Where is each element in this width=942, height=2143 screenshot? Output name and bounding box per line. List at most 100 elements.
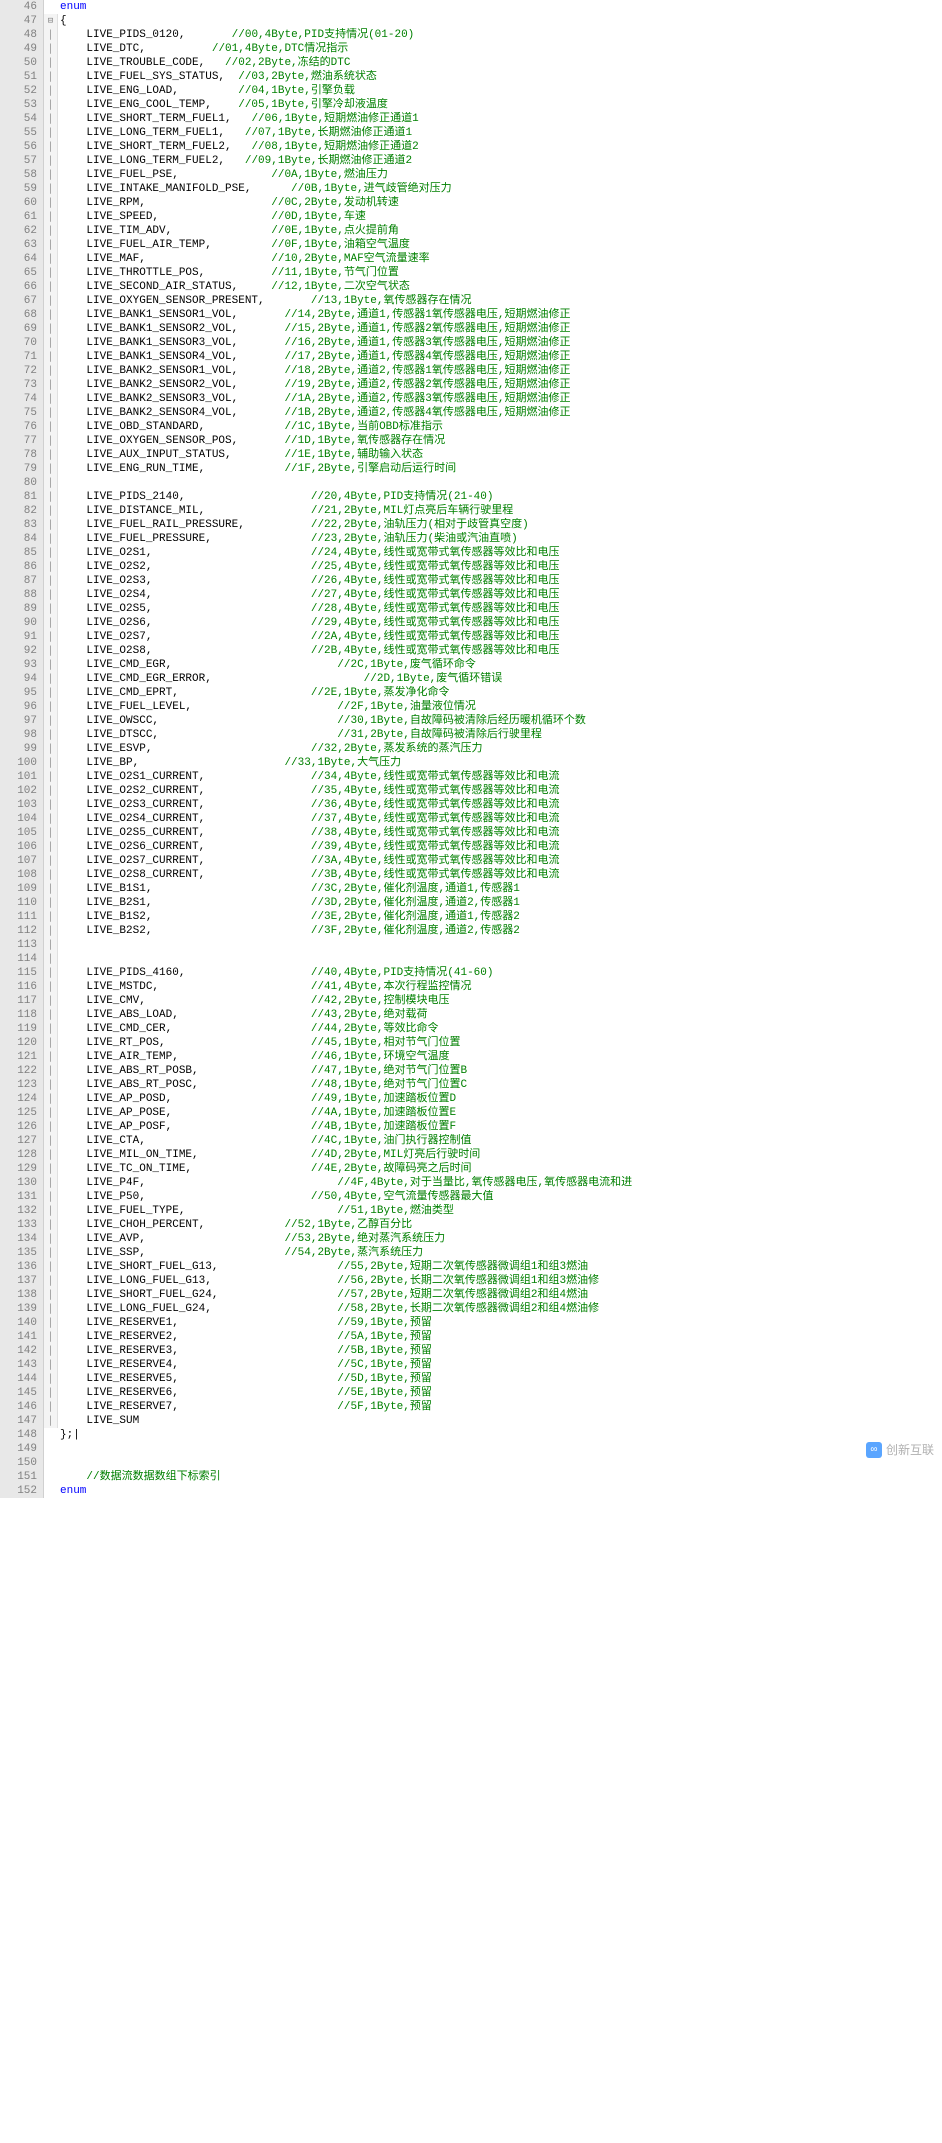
- code-content[interactable]: LIVE_BANK1_SENSOR3_VOL, //16,2Byte,通道1,传…: [58, 336, 942, 350]
- code-line[interactable]: 75│ LIVE_BANK2_SENSOR4_VOL, //1B,2Byte,通…: [0, 406, 942, 420]
- code-content[interactable]: LIVE_O2S5, //28,4Byte,线性或宽带式氧传感器等效比和电压: [58, 602, 942, 616]
- code-line[interactable]: 116│ LIVE_MSTDC, //41,4Byte,本次行程监控情况: [0, 980, 942, 994]
- code-line[interactable]: 126│ LIVE_AP_POSF, //4B,1Byte,加速踏板位置F: [0, 1120, 942, 1134]
- code-content[interactable]: LIVE_AUX_INPUT_STATUS, //1E,1Byte,辅助输入状态: [58, 448, 942, 462]
- code-content[interactable]: LIVE_O2S1, //24,4Byte,线性或宽带式氧传感器等效比和电压: [58, 546, 942, 560]
- code-content[interactable]: LIVE_SECOND_AIR_STATUS, //12,1Byte,二次空气状…: [58, 280, 942, 294]
- code-line[interactable]: 136│ LIVE_SHORT_FUEL_G13, //55,2Byte,短期二…: [0, 1260, 942, 1274]
- code-line[interactable]: 52│ LIVE_ENG_LOAD, //04,1Byte,引擎负载: [0, 84, 942, 98]
- code-line[interactable]: 46enum: [0, 0, 942, 14]
- code-line[interactable]: 135│ LIVE_SSP, //54,2Byte,蒸汽系统压力: [0, 1246, 942, 1260]
- code-content[interactable]: };|: [58, 1428, 942, 1442]
- code-line[interactable]: 125│ LIVE_AP_POSE, //4A,1Byte,加速踏板位置E: [0, 1106, 942, 1120]
- code-line[interactable]: 94│ LIVE_CMD_EGR_ERROR, //2D,1Byte,废气循环错…: [0, 672, 942, 686]
- code-line[interactable]: 134│ LIVE_AVP, //53,2Byte,绝对蒸汽系统压力: [0, 1232, 942, 1246]
- code-content[interactable]: LIVE_CMD_EGR_ERROR, //2D,1Byte,废气循环错误: [58, 672, 942, 686]
- code-line[interactable]: 104│ LIVE_O2S4_CURRENT, //37,4Byte,线性或宽带…: [0, 812, 942, 826]
- code-content[interactable]: LIVE_BANK2_SENSOR4_VOL, //1B,2Byte,通道2,传…: [58, 406, 942, 420]
- code-line[interactable]: 90│ LIVE_O2S6, //29,4Byte,线性或宽带式氧传感器等效比和…: [0, 616, 942, 630]
- code-content[interactable]: LIVE_FUEL_SYS_STATUS, //03,2Byte,燃油系统状态: [58, 70, 942, 84]
- code-line[interactable]: 110│ LIVE_B2S1, //3D,2Byte,催化剂温度,通道2,传感器…: [0, 896, 942, 910]
- code-content[interactable]: LIVE_B1S1, //3C,2Byte,催化剂温度,通道1,传感器1: [58, 882, 942, 896]
- code-content[interactable]: LIVE_P4F, //4F,4Byte,对于当量比,氧传感器电压,氧传感器电流…: [58, 1176, 942, 1190]
- code-line[interactable]: 127│ LIVE_CTA, //4C,1Byte,油门执行器控制值: [0, 1134, 942, 1148]
- code-content[interactable]: LIVE_FUEL_PSE, //0A,1Byte,燃油压力: [58, 168, 942, 182]
- code-line[interactable]: 101│ LIVE_O2S1_CURRENT, //34,4Byte,线性或宽带…: [0, 770, 942, 784]
- code-line[interactable]: 85│ LIVE_O2S1, //24,4Byte,线性或宽带式氧传感器等效比和…: [0, 546, 942, 560]
- code-content[interactable]: LIVE_SHORT_FUEL_G24, //57,2Byte,短期二次氧传感器…: [58, 1288, 942, 1302]
- code-line[interactable]: 67│ LIVE_OXYGEN_SENSOR_PRESENT, //13,1By…: [0, 294, 942, 308]
- code-line[interactable]: 150: [0, 1456, 942, 1470]
- code-content[interactable]: LIVE_AVP, //53,2Byte,绝对蒸汽系统压力: [58, 1232, 942, 1246]
- code-content[interactable]: LIVE_B1S2, //3E,2Byte,催化剂温度,通道1,传感器2: [58, 910, 942, 924]
- code-content[interactable]: LIVE_FUEL_LEVEL, //2F,1Byte,油量液位情况: [58, 700, 942, 714]
- code-line[interactable]: 59│ LIVE_INTAKE_MANIFOLD_PSE, //0B,1Byte…: [0, 182, 942, 196]
- code-content[interactable]: LIVE_ESVP, //32,2Byte,蒸发系统的蒸汽压力: [58, 742, 942, 756]
- code-content[interactable]: LIVE_LONG_FUEL_G24, //58,2Byte,长期二次氧传感器微…: [58, 1302, 942, 1316]
- code-content[interactable]: LIVE_PIDS_2140, //20,4Byte,PID支持情况(21-40…: [58, 490, 942, 504]
- code-content[interactable]: LIVE_BANK2_SENSOR1_VOL, //18,2Byte,通道2,传…: [58, 364, 942, 378]
- code-content[interactable]: LIVE_ABS_LOAD, //43,2Byte,绝对载荷: [58, 1008, 942, 1022]
- code-content[interactable]: LIVE_LONG_TERM_FUEL2, //09,1Byte,长期燃油修正通…: [58, 154, 942, 168]
- code-content[interactable]: LIVE_CMD_EPRT, //2E,1Byte,蒸发净化命令: [58, 686, 942, 700]
- code-line[interactable]: 103│ LIVE_O2S3_CURRENT, //36,4Byte,线性或宽带…: [0, 798, 942, 812]
- code-line[interactable]: 144│ LIVE_RESERVE5, //5D,1Byte,预留: [0, 1372, 942, 1386]
- code-content[interactable]: LIVE_ABS_RT_POSB, //47,1Byte,绝对节气门位置B: [58, 1064, 942, 1078]
- code-line[interactable]: 54│ LIVE_SHORT_TERM_FUEL1, //06,1Byte,短期…: [0, 112, 942, 126]
- code-content[interactable]: LIVE_SHORT_TERM_FUEL2, //08,1Byte,短期燃油修正…: [58, 140, 942, 154]
- code-content[interactable]: enum: [58, 0, 942, 14]
- code-content[interactable]: {: [58, 14, 942, 28]
- code-content[interactable]: LIVE_OXYGEN_SENSOR_PRESENT, //13,1Byte,氧…: [58, 294, 942, 308]
- code-content[interactable]: LIVE_SPEED, //0D,1Byte,车速: [58, 210, 942, 224]
- code-content[interactable]: LIVE_O2S7_CURRENT, //3A,4Byte,线性或宽带式氧传感器…: [58, 854, 942, 868]
- code-line[interactable]: 88│ LIVE_O2S4, //27,4Byte,线性或宽带式氧传感器等效比和…: [0, 588, 942, 602]
- code-line[interactable]: 69│ LIVE_BANK1_SENSOR2_VOL, //15,2Byte,通…: [0, 322, 942, 336]
- code-content[interactable]: LIVE_RESERVE1, //59,1Byte,预留: [58, 1316, 942, 1330]
- code-line[interactable]: 93│ LIVE_CMD_EGR, //2C,1Byte,废气循环命令: [0, 658, 942, 672]
- code-line[interactable]: 145│ LIVE_RESERVE6, //5E,1Byte,预留: [0, 1386, 942, 1400]
- code-content[interactable]: LIVE_PIDS_0120, //00,4Byte,PID支持情况(01-20…: [58, 28, 942, 42]
- code-content[interactable]: LIVE_FUEL_AIR_TEMP, //0F,1Byte,油箱空气温度: [58, 238, 942, 252]
- code-content[interactable]: LIVE_LONG_FUEL_G13, //56,2Byte,长期二次氧传感器微…: [58, 1274, 942, 1288]
- code-content[interactable]: LIVE_RT_POS, //45,1Byte,相对节气门位置: [58, 1036, 942, 1050]
- code-content[interactable]: LIVE_CMD_CER, //44,2Byte,等效比命令: [58, 1022, 942, 1036]
- code-content[interactable]: //数据流数据数组下标索引: [58, 1470, 942, 1484]
- code-content[interactable]: LIVE_O2S1_CURRENT, //34,4Byte,线性或宽带式氧传感器…: [58, 770, 942, 784]
- code-line[interactable]: 51│ LIVE_FUEL_SYS_STATUS, //03,2Byte,燃油系…: [0, 70, 942, 84]
- code-line[interactable]: 86│ LIVE_O2S2, //25,4Byte,线性或宽带式氧传感器等效比和…: [0, 560, 942, 574]
- code-line[interactable]: 84│ LIVE_FUEL_PRESSURE, //23,2Byte,油轨压力(…: [0, 532, 942, 546]
- code-line[interactable]: 76│ LIVE_OBD_STANDARD, //1C,1Byte,当前OBD标…: [0, 420, 942, 434]
- code-line[interactable]: 113│: [0, 938, 942, 952]
- code-line[interactable]: 152enum: [0, 1484, 942, 1498]
- code-line[interactable]: 129│ LIVE_TC_ON_TIME, //4E,2Byte,故障码亮之后时…: [0, 1162, 942, 1176]
- code-content[interactable]: LIVE_MIL_ON_TIME, //4D,2Byte,MIL灯亮后行驶时间: [58, 1148, 942, 1162]
- code-content[interactable]: LIVE_SSP, //54,2Byte,蒸汽系统压力: [58, 1246, 942, 1260]
- code-line[interactable]: 96│ LIVE_FUEL_LEVEL, //2F,1Byte,油量液位情况: [0, 700, 942, 714]
- code-content[interactable]: LIVE_SHORT_TERM_FUEL1, //06,1Byte,短期燃油修正…: [58, 112, 942, 126]
- code-line[interactable]: 108│ LIVE_O2S8_CURRENT, //3B,4Byte,线性或宽带…: [0, 868, 942, 882]
- code-content[interactable]: LIVE_O2S3_CURRENT, //36,4Byte,线性或宽带式氧传感器…: [58, 798, 942, 812]
- code-line[interactable]: 64│ LIVE_MAF, //10,2Byte,MAF空气流量速率: [0, 252, 942, 266]
- code-content[interactable]: LIVE_O2S4_CURRENT, //37,4Byte,线性或宽带式氧传感器…: [58, 812, 942, 826]
- code-line[interactable]: 80│: [0, 476, 942, 490]
- code-content[interactable]: LIVE_BP, //33,1Byte,大气压力: [58, 756, 942, 770]
- code-content[interactable]: LIVE_O2S3, //26,4Byte,线性或宽带式氧传感器等效比和电压: [58, 574, 942, 588]
- code-content[interactable]: LIVE_CMV, //42,2Byte,控制模块电压: [58, 994, 942, 1008]
- code-content[interactable]: LIVE_O2S8, //2B,4Byte,线性或宽带式氧传感器等效比和电压: [58, 644, 942, 658]
- code-content[interactable]: LIVE_O2S6, //29,4Byte,线性或宽带式氧传感器等效比和电压: [58, 616, 942, 630]
- code-line[interactable]: 130│ LIVE_P4F, //4F,4Byte,对于当量比,氧传感器电压,氧…: [0, 1176, 942, 1190]
- code-editor[interactable]: 46enum47⊟{48│ LIVE_PIDS_0120, //00,4Byte…: [0, 0, 942, 1498]
- code-line[interactable]: 105│ LIVE_O2S5_CURRENT, //38,4Byte,线性或宽带…: [0, 826, 942, 840]
- code-line[interactable]: 50│ LIVE_TROUBLE_CODE, //02,2Byte,冻结的DTC: [0, 56, 942, 70]
- code-content[interactable]: LIVE_OWSCC, //30,1Byte,自故障码被清除后经历暖机循环个数: [58, 714, 942, 728]
- code-line[interactable]: 132│ LIVE_FUEL_TYPE, //51,1Byte,燃油类型: [0, 1204, 942, 1218]
- code-line[interactable]: 62│ LIVE_TIM_ADV, //0E,1Byte,点火提前角: [0, 224, 942, 238]
- code-line[interactable]: 81│ LIVE_PIDS_2140, //20,4Byte,PID支持情况(2…: [0, 490, 942, 504]
- code-line[interactable]: 63│ LIVE_FUEL_AIR_TEMP, //0F,1Byte,油箱空气温…: [0, 238, 942, 252]
- code-line[interactable]: 78│ LIVE_AUX_INPUT_STATUS, //1E,1Byte,辅助…: [0, 448, 942, 462]
- code-line[interactable]: 57│ LIVE_LONG_TERM_FUEL2, //09,1Byte,长期燃…: [0, 154, 942, 168]
- code-content[interactable]: LIVE_DTC, //01,4Byte,DTC情况指示: [58, 42, 942, 56]
- code-line[interactable]: 70│ LIVE_BANK1_SENSOR3_VOL, //16,2Byte,通…: [0, 336, 942, 350]
- code-content[interactable]: LIVE_OXYGEN_SENSOR_POS, //1D,1Byte,氧传感器存…: [58, 434, 942, 448]
- code-content[interactable]: LIVE_AIR_TEMP, //46,1Byte,环境空气温度: [58, 1050, 942, 1064]
